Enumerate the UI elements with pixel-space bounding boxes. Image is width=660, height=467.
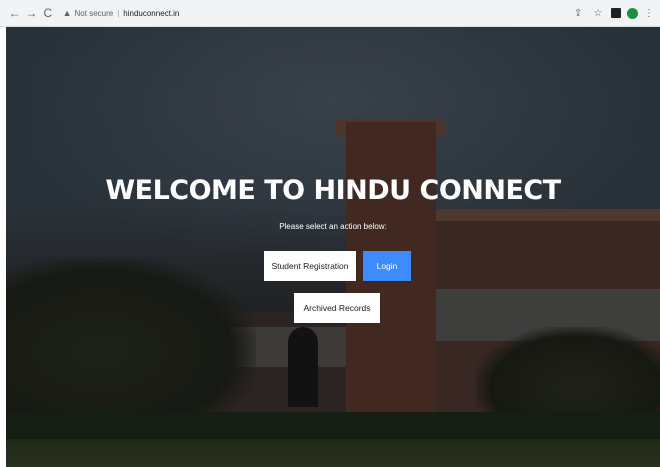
forward-arrow-icon[interactable]: → [25, 5, 39, 21]
page-title: WELCOME TO HINDU CONNECT [105, 175, 561, 206]
avatar-icon[interactable] [627, 7, 639, 19]
kebab-menu-icon[interactable]: ⋮ [644, 8, 654, 19]
back-arrow-icon[interactable]: ← [8, 5, 22, 21]
toolbar-right: ⇪ ☆ ⋮ [565, 6, 654, 20]
share-icon[interactable]: ⇪ [571, 6, 585, 20]
star-icon[interactable]: ☆ [591, 6, 605, 20]
browser-toolbar: ← → C ▲ Not secure | hinduconnect.in ⇪ ☆… [0, 0, 660, 27]
reload-icon[interactable]: C [41, 5, 55, 21]
security-label: Not secure [74, 8, 114, 18]
sidepanel-icon[interactable] [611, 8, 622, 18]
archived-records-button[interactable]: Archived Records [294, 293, 380, 323]
hero-content: WELCOME TO HINDU CONNECT Please select a… [6, 27, 660, 467]
address-bar[interactable]: ▲ Not secure | hinduconnect.in [63, 4, 565, 22]
warning-icon: ▲ [62, 8, 72, 18]
page-subtitle: Please select an action below: [279, 222, 387, 231]
login-button[interactable]: Login [363, 251, 411, 281]
address-separator: | [117, 8, 120, 18]
page-viewport: WELCOME TO HINDU CONNECT Please select a… [6, 27, 660, 467]
url-text: hinduconnect.in [123, 8, 180, 18]
student-registration-button[interactable]: Student Registration [264, 251, 356, 281]
